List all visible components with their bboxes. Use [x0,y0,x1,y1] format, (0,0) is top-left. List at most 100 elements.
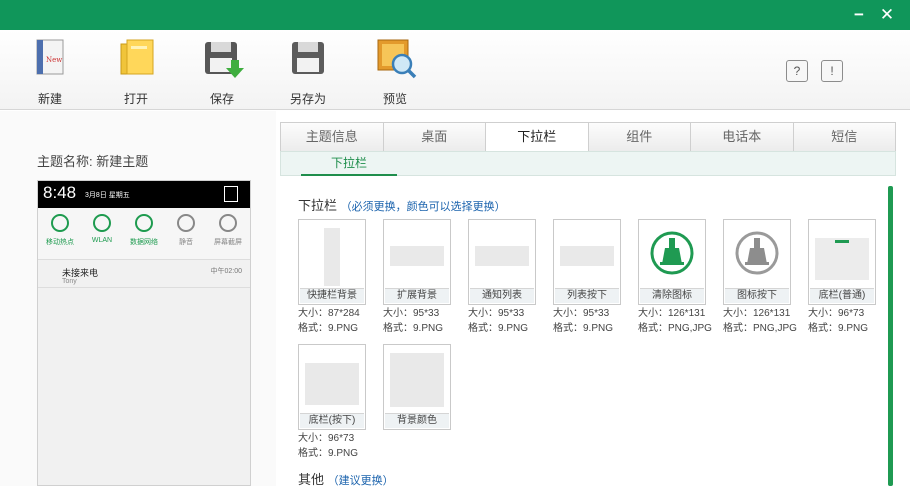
asset-card-bottom-normal[interactable]: 底栏(普通) 大小：96*73 格式：9.PNG [808,219,876,335]
toolbar: New 新建 打开 保存 另存为 预览 ? ! [0,30,910,110]
section-dropdown-title: 下拉栏 （必须更换，颜色可以选择更换） [298,195,506,214]
preview-thumbnail [815,238,869,280]
asset-caption: 扩展背景 [385,288,449,303]
right-panel: 主题信息 桌面 下拉栏 组件 电话本 短信 下拉栏 下拉栏 （必须更换，颜色可以… [276,111,910,486]
asset-caption: 列表按下 [555,288,619,303]
qs-label: 数据网络 [130,239,158,246]
qs-mute: 静音 [167,214,205,247]
section-title-text: 下拉栏 [298,198,338,213]
broom-pressed-icon [735,231,779,275]
preview-thumbnail [305,363,359,405]
qs-label: 移动热点 [46,239,74,246]
asset-format: 格式：9.PNG [298,323,359,334]
preview-label: 预览 [382,92,407,106]
tab-theme-info[interactable]: 主题信息 [281,123,384,151]
qs-label: WLAN [91,237,113,244]
asset-caption: 快捷栏背景 [300,288,364,303]
new-file-icon: New [27,36,73,82]
asset-size: 大小：126*131 [723,308,791,319]
new-label: 新建 [37,92,62,106]
asset-caption: 底栏(按下) [300,413,364,428]
quick-settings-row: 移动热点 WLAN 数据网络 静音 屏幕截屏 [38,208,250,260]
tab-bar: 主题信息 桌面 下拉栏 组件 电话本 短信 [280,122,896,151]
asset-format: 格式：9.PNG [553,323,614,334]
asset-size: 大小：96*73 [298,433,355,444]
new-button[interactable]: New 新建 [20,36,80,107]
preview-thumbnail [475,246,529,266]
asset-caption: 清除图标 [640,288,704,303]
asset-card-icon-pressed[interactable]: 图标按下 大小：126*131 格式：PNG,JPG [723,219,797,335]
notification-sub: Tony [62,278,77,285]
asset-format: 格式：9.PNG [383,323,444,334]
qs-label: 屏幕截屏 [214,239,242,246]
vertical-scrollbar[interactable] [888,186,893,486]
preview-thumbnail [324,228,340,286]
subtab-bar: 下拉栏 [280,151,896,176]
left-panel: 主题名称: 新建主题 8:48 3月8日 星期五 移动热点 WLAN 数据网络 … [0,111,276,486]
asset-card-clear-icon[interactable]: 清除图标 大小：126*131 格式：PNG,JPG [638,219,712,335]
asset-size: 大小：96*73 [808,308,865,319]
asset-caption: 通知列表 [470,288,534,303]
notification-item: 未接来电 Tony 中午02:00 [38,260,250,288]
asset-caption: 图标按下 [725,288,789,303]
wifi-icon [93,214,111,232]
svg-text:New: New [46,56,62,64]
preview-magnifier-icon [372,36,418,82]
save-button[interactable]: 保存 [192,36,252,107]
qs-wlan: WLAN [83,214,121,244]
section-other-title: 其他 （建议更换） [298,469,394,486]
asset-card-shortcut-bg[interactable]: 快捷栏背景 大小：87*284 格式：9.PNG [298,219,366,335]
asset-format: 格式：PNG,JPG [638,323,712,334]
help-icon[interactable]: ? [786,60,808,82]
minimize-button[interactable]: − [848,4,870,26]
tab-widgets[interactable]: 组件 [589,123,691,151]
asset-caption: 底栏(普通) [810,288,874,303]
asset-card-bottom-pressed[interactable]: 底栏(按下) 大小：96*73 格式：9.PNG [298,344,366,460]
hotspot-icon [51,214,69,232]
subtab-dropdown[interactable]: 下拉栏 [301,152,397,176]
tab-phonebook[interactable]: 电话本 [691,123,794,151]
close-button[interactable]: ✕ [876,4,898,26]
preview-thumbnail [390,246,444,266]
asset-caption: 背景颜色 [385,413,449,428]
globe-icon [135,214,153,232]
save-label: 保存 [209,92,234,106]
asset-format: 格式：9.PNG [808,323,869,334]
asset-size: 大小：126*131 [638,308,706,319]
asset-size: 大小：95*33 [468,308,525,319]
open-button[interactable]: 打开 [106,36,166,107]
section-title-text: 其他 [298,472,325,486]
qs-screenshot: 屏幕截屏 [209,214,247,247]
open-folder-icon [113,36,159,82]
section-note: （必须更换，颜色可以选择更换） [340,201,506,213]
status-date: 3月8日 星期五 [85,192,130,199]
tab-sms[interactable]: 短信 [794,123,896,151]
asset-format: 格式：9.PNG [468,323,529,334]
notification-time: 中午02:00 [210,268,242,275]
asset-card-list-pressed[interactable]: 列表按下 大小：95*33 格式：9.PNG [553,219,621,335]
asset-card-expand-bg[interactable]: 扩展背景 大小：95*33 格式：9.PNG [383,219,451,335]
save-as-label: 另存为 [289,92,326,106]
settings-switch-icon [224,186,238,202]
preview-thumbnail [560,246,614,266]
preview-button[interactable]: 预览 [365,36,425,107]
asset-size: 大小：95*33 [553,308,610,319]
section-note: （建议更换） [327,475,394,486]
asset-card-bg-color[interactable]: 背景颜色 [383,344,451,430]
save-as-disk-icon [285,36,331,82]
tab-desktop[interactable]: 桌面 [384,123,486,151]
asset-card-notification-list[interactable]: 通知列表 大小：95*33 格式：9.PNG [468,219,536,335]
save-as-button[interactable]: 另存为 [278,36,338,107]
asset-format: 格式：PNG,JPG [723,323,797,334]
tab-dropdown[interactable]: 下拉栏 [486,123,589,151]
qs-data: 数据网络 [125,214,163,247]
mute-icon [177,214,195,232]
preview-thumbnail [390,353,444,407]
save-disk-icon [199,36,245,82]
status-time: 8:48 [43,183,77,202]
phone-preview: 8:48 3月8日 星期五 移动热点 WLAN 数据网络 静音 屏幕截屏 未接来… [37,180,251,486]
feedback-icon[interactable]: ! [821,60,843,82]
open-label: 打开 [123,92,148,106]
theme-name-label: 主题名称: 新建主题 [37,154,149,169]
screenshot-icon [219,214,237,232]
